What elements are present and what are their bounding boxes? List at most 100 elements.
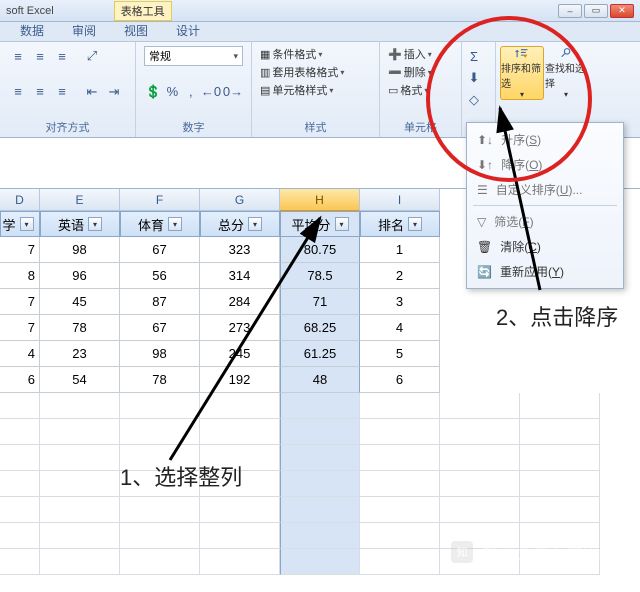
cell[interactable] <box>360 497 440 523</box>
cell-style-button[interactable]: ▤单元格样式▾ <box>260 82 371 98</box>
cell[interactable] <box>120 497 200 523</box>
format-button[interactable]: ▭格式▾ <box>388 82 453 98</box>
table-format-button[interactable]: ▥套用表格格式▾ <box>260 64 371 80</box>
col-header-f[interactable]: F <box>120 189 200 211</box>
cell[interactable]: 45 <box>40 289 120 315</box>
indent-decrease-icon[interactable]: ⇤ <box>82 82 102 102</box>
cell[interactable] <box>440 393 520 419</box>
find-select-button[interactable]: 查找和选择 ▾ <box>544 46 588 100</box>
close-button[interactable]: ✕ <box>610 4 634 18</box>
cell[interactable] <box>40 419 120 445</box>
cell[interactable] <box>0 445 40 471</box>
cell[interactable] <box>280 471 360 497</box>
cell[interactable] <box>200 523 280 549</box>
cell[interactable] <box>120 523 200 549</box>
autosum-icon[interactable]: Σ <box>464 46 484 66</box>
cell[interactable]: 23 <box>40 341 120 367</box>
align-top-icon[interactable]: ≡ <box>8 46 28 66</box>
cell[interactable] <box>280 549 360 575</box>
number-format-combo[interactable]: 常规▾ <box>144 46 243 66</box>
cell[interactable]: 5 <box>360 341 440 367</box>
filter-button[interactable]: ▾ <box>20 217 34 231</box>
indent-increase-icon[interactable]: ⇥ <box>104 82 124 102</box>
cell[interactable]: 3 <box>360 289 440 315</box>
cell[interactable] <box>40 549 120 575</box>
cell[interactable]: 4 <box>360 315 440 341</box>
sort-filter-button[interactable]: 排序和筛选 ▾ <box>500 46 544 100</box>
cell[interactable]: 6 <box>360 367 440 393</box>
cell[interactable] <box>360 523 440 549</box>
header-cell[interactable]: 学▾ <box>0 211 40 237</box>
cell[interactable] <box>440 497 520 523</box>
cell[interactable] <box>200 497 280 523</box>
cell[interactable] <box>440 419 520 445</box>
header-cell[interactable]: 英语▾ <box>40 211 120 237</box>
cell[interactable] <box>200 549 280 575</box>
cell[interactable] <box>440 471 520 497</box>
cell[interactable] <box>40 471 120 497</box>
cell[interactable] <box>0 419 40 445</box>
cell[interactable] <box>0 549 40 575</box>
filter-button[interactable]: ▾ <box>408 217 422 231</box>
cell[interactable] <box>360 393 440 419</box>
cell[interactable] <box>520 393 600 419</box>
cell[interactable] <box>520 471 600 497</box>
comma-icon[interactable]: , <box>183 82 199 102</box>
cell[interactable] <box>120 549 200 575</box>
cell[interactable]: 96 <box>40 263 120 289</box>
insert-button[interactable]: ➕插入▾ <box>388 46 453 62</box>
col-header-e[interactable]: E <box>40 189 120 211</box>
tab-design[interactable]: 设计 <box>164 20 212 41</box>
align-bottom-icon[interactable]: ≡ <box>52 46 72 66</box>
conditional-format-button[interactable]: ▦条件格式▾ <box>260 46 371 62</box>
cell[interactable] <box>440 445 520 471</box>
minimize-button[interactable]: – <box>558 4 582 18</box>
cell[interactable]: 8 <box>0 263 40 289</box>
decrease-decimal-icon[interactable]: 0→ <box>223 82 243 102</box>
cell[interactable] <box>40 497 120 523</box>
cell[interactable] <box>360 445 440 471</box>
cell[interactable] <box>280 523 360 549</box>
cell[interactable] <box>280 497 360 523</box>
cell[interactable] <box>40 445 120 471</box>
col-header-g[interactable]: G <box>200 189 280 211</box>
cell[interactable] <box>520 445 600 471</box>
delete-button[interactable]: ➖删除▾ <box>388 64 453 80</box>
cell[interactable] <box>0 497 40 523</box>
tab-view[interactable]: 视图 <box>112 20 160 41</box>
tab-review[interactable]: 审阅 <box>60 20 108 41</box>
cell[interactable]: 98 <box>40 237 120 263</box>
cell[interactable]: 4 <box>0 341 40 367</box>
align-center-icon[interactable]: ≡ <box>30 82 50 102</box>
cell[interactable]: 1 <box>360 237 440 263</box>
cell[interactable] <box>520 497 600 523</box>
cell[interactable] <box>360 471 440 497</box>
col-header-h[interactable]: H <box>280 189 360 211</box>
align-middle-icon[interactable]: ≡ <box>30 46 50 66</box>
cell[interactable]: 2 <box>360 263 440 289</box>
cell[interactable]: 7 <box>0 289 40 315</box>
cell[interactable]: 6 <box>0 367 40 393</box>
filter-button[interactable]: ▾ <box>88 217 102 231</box>
align-right-icon[interactable]: ≡ <box>52 82 72 102</box>
cell[interactable] <box>0 523 40 549</box>
col-header-d[interactable]: D <box>0 189 40 211</box>
align-left-icon[interactable]: ≡ <box>8 82 28 102</box>
cell[interactable] <box>360 549 440 575</box>
cell[interactable] <box>40 523 120 549</box>
header-cell[interactable]: 排名▾ <box>360 211 440 237</box>
cell[interactable] <box>0 393 40 419</box>
orientation-icon[interactable]: ⤢ <box>82 46 102 66</box>
cell[interactable]: 7 <box>0 315 40 341</box>
maximize-button[interactable]: ▭ <box>584 4 608 18</box>
percent-icon[interactable]: % <box>164 82 180 102</box>
cell[interactable] <box>0 471 40 497</box>
cell[interactable] <box>40 393 120 419</box>
cell[interactable]: 54 <box>40 367 120 393</box>
tab-data[interactable]: 数据 <box>8 20 56 41</box>
fill-icon[interactable]: ⬇ <box>464 68 484 88</box>
increase-decimal-icon[interactable]: ←0 <box>201 82 221 102</box>
col-header-i[interactable]: I <box>360 189 440 211</box>
cell[interactable]: 78 <box>40 315 120 341</box>
cell[interactable] <box>360 419 440 445</box>
